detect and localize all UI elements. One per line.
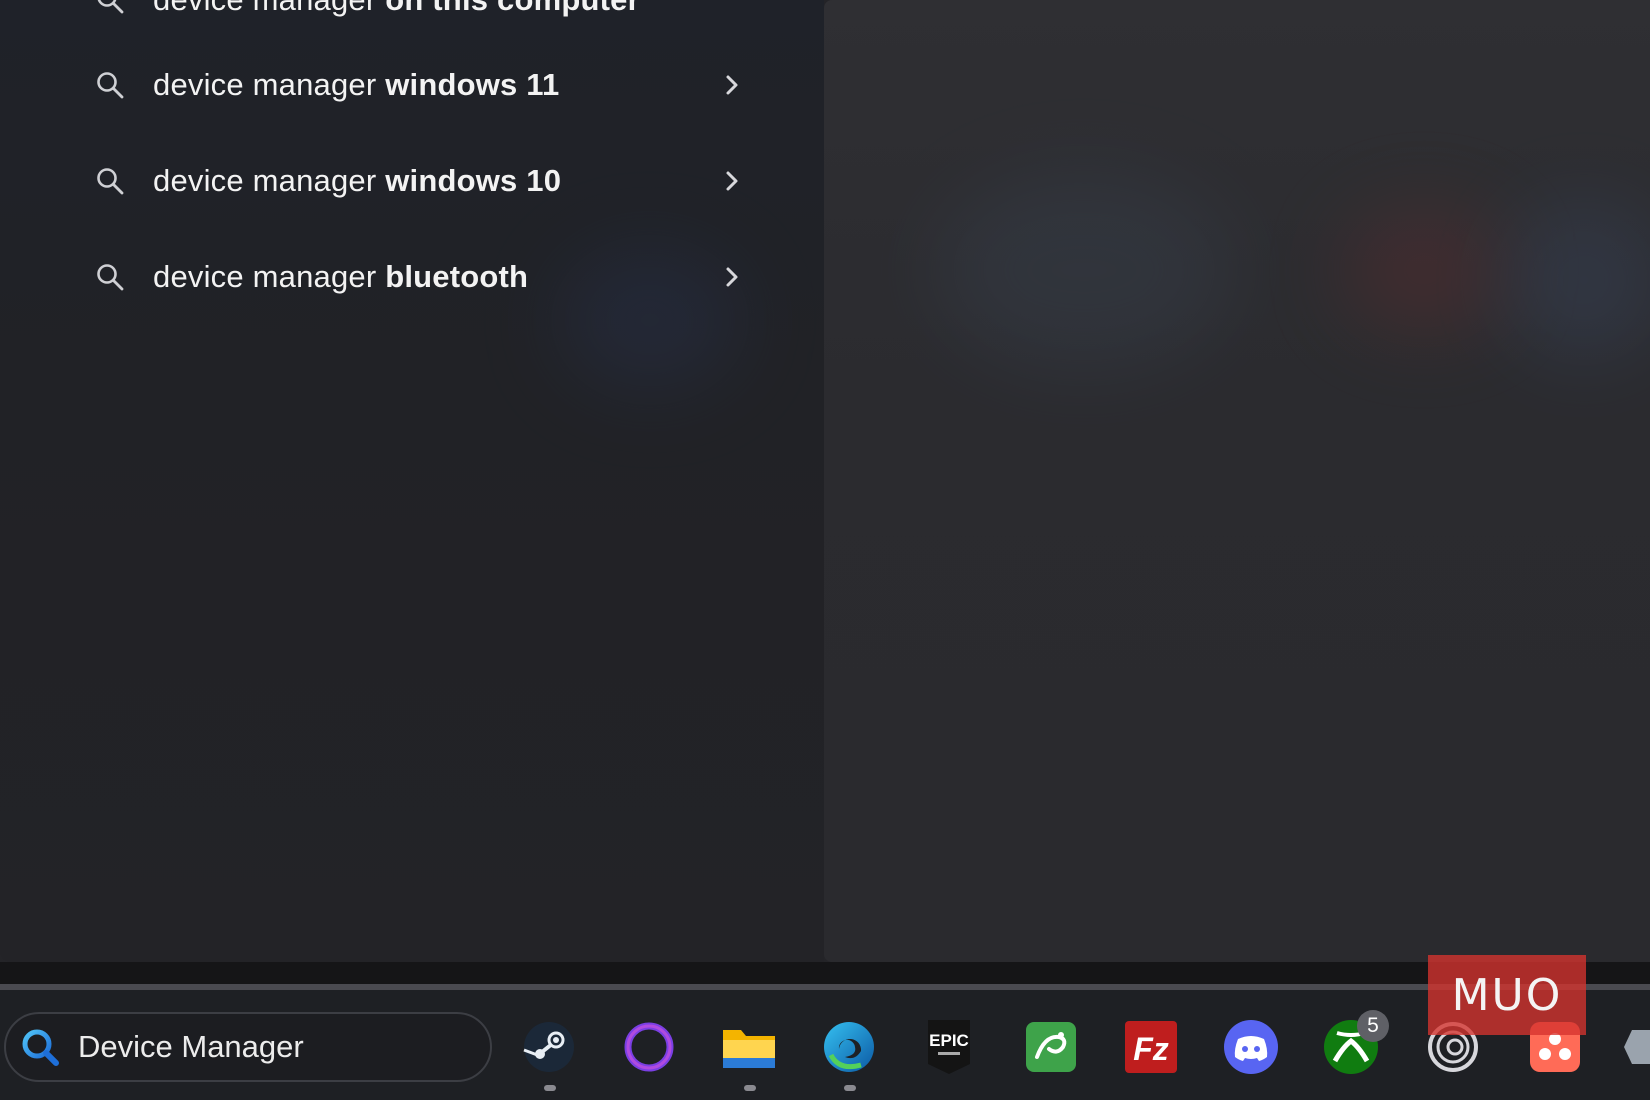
suggestion-text: device manager <box>153 0 376 17</box>
search-results-pane: device manager on this computer device m… <box>0 0 824 962</box>
suggestion-item-windows-10[interactable]: device manager windows 10 <box>80 143 770 219</box>
overflow-app-icon[interactable] <box>1620 1018 1650 1076</box>
search-icon <box>90 257 130 297</box>
chevron-right-icon[interactable] <box>716 261 748 293</box>
discord-icon[interactable] <box>1222 1018 1280 1076</box>
file-explorer-icon[interactable] <box>720 1018 778 1076</box>
filezilla-icon[interactable]: Fz <box>1122 1018 1180 1076</box>
search-icon <box>22 1029 59 1066</box>
running-indicator <box>544 1085 556 1091</box>
epic-games-label: EPIC <box>929 1031 969 1050</box>
running-indicator <box>844 1085 856 1091</box>
backdrop-blur <box>1344 210 1504 330</box>
search-input[interactable]: Device Manager <box>78 1029 304 1065</box>
epic-games-icon[interactable]: EPIC <box>920 1018 978 1076</box>
running-indicator <box>744 1085 756 1091</box>
suggestion-text: device manager <box>153 67 386 102</box>
suggestion-item-windows-11[interactable]: device manager windows 11 <box>80 47 770 123</box>
edge-icon[interactable] <box>820 1018 878 1076</box>
suggestion-text: device manager <box>153 163 386 198</box>
search-flyout: device manager on this computer device m… <box>0 0 1650 962</box>
suggestion-bold-text: bluetooth <box>385 259 529 294</box>
backdrop-blur <box>934 170 1234 370</box>
notification-badge: 5 <box>1357 1010 1389 1042</box>
suggestion-item-bluetooth[interactable]: device manager bluetooth <box>80 239 770 315</box>
filezilla-label: Fz <box>1133 1031 1169 1067</box>
search-icon <box>90 65 130 105</box>
suggestion-bold-text: windows 11 <box>385 67 560 102</box>
taskbar-search-box[interactable]: Device Manager <box>4 1012 492 1082</box>
suggestion-text: device manager <box>153 259 386 294</box>
backdrop-blur <box>1504 200 1650 360</box>
suggestion-item-partial[interactable]: device manager on this computer <box>80 0 770 38</box>
chevron-right-icon[interactable] <box>716 69 748 101</box>
steam-icon[interactable] <box>520 1018 578 1076</box>
preview-pane <box>824 0 1650 962</box>
snake-app-icon[interactable] <box>1022 1018 1080 1076</box>
chevron-right-icon[interactable] <box>716 165 748 197</box>
search-icon <box>90 0 130 20</box>
suggestion-bold-text: windows 10 <box>385 163 562 198</box>
cortana-icon[interactable] <box>620 1018 678 1076</box>
search-icon <box>90 161 130 201</box>
suggestion-bold-text: on this computer <box>385 0 640 17</box>
watermark-logo: MUO <box>1428 955 1586 1035</box>
